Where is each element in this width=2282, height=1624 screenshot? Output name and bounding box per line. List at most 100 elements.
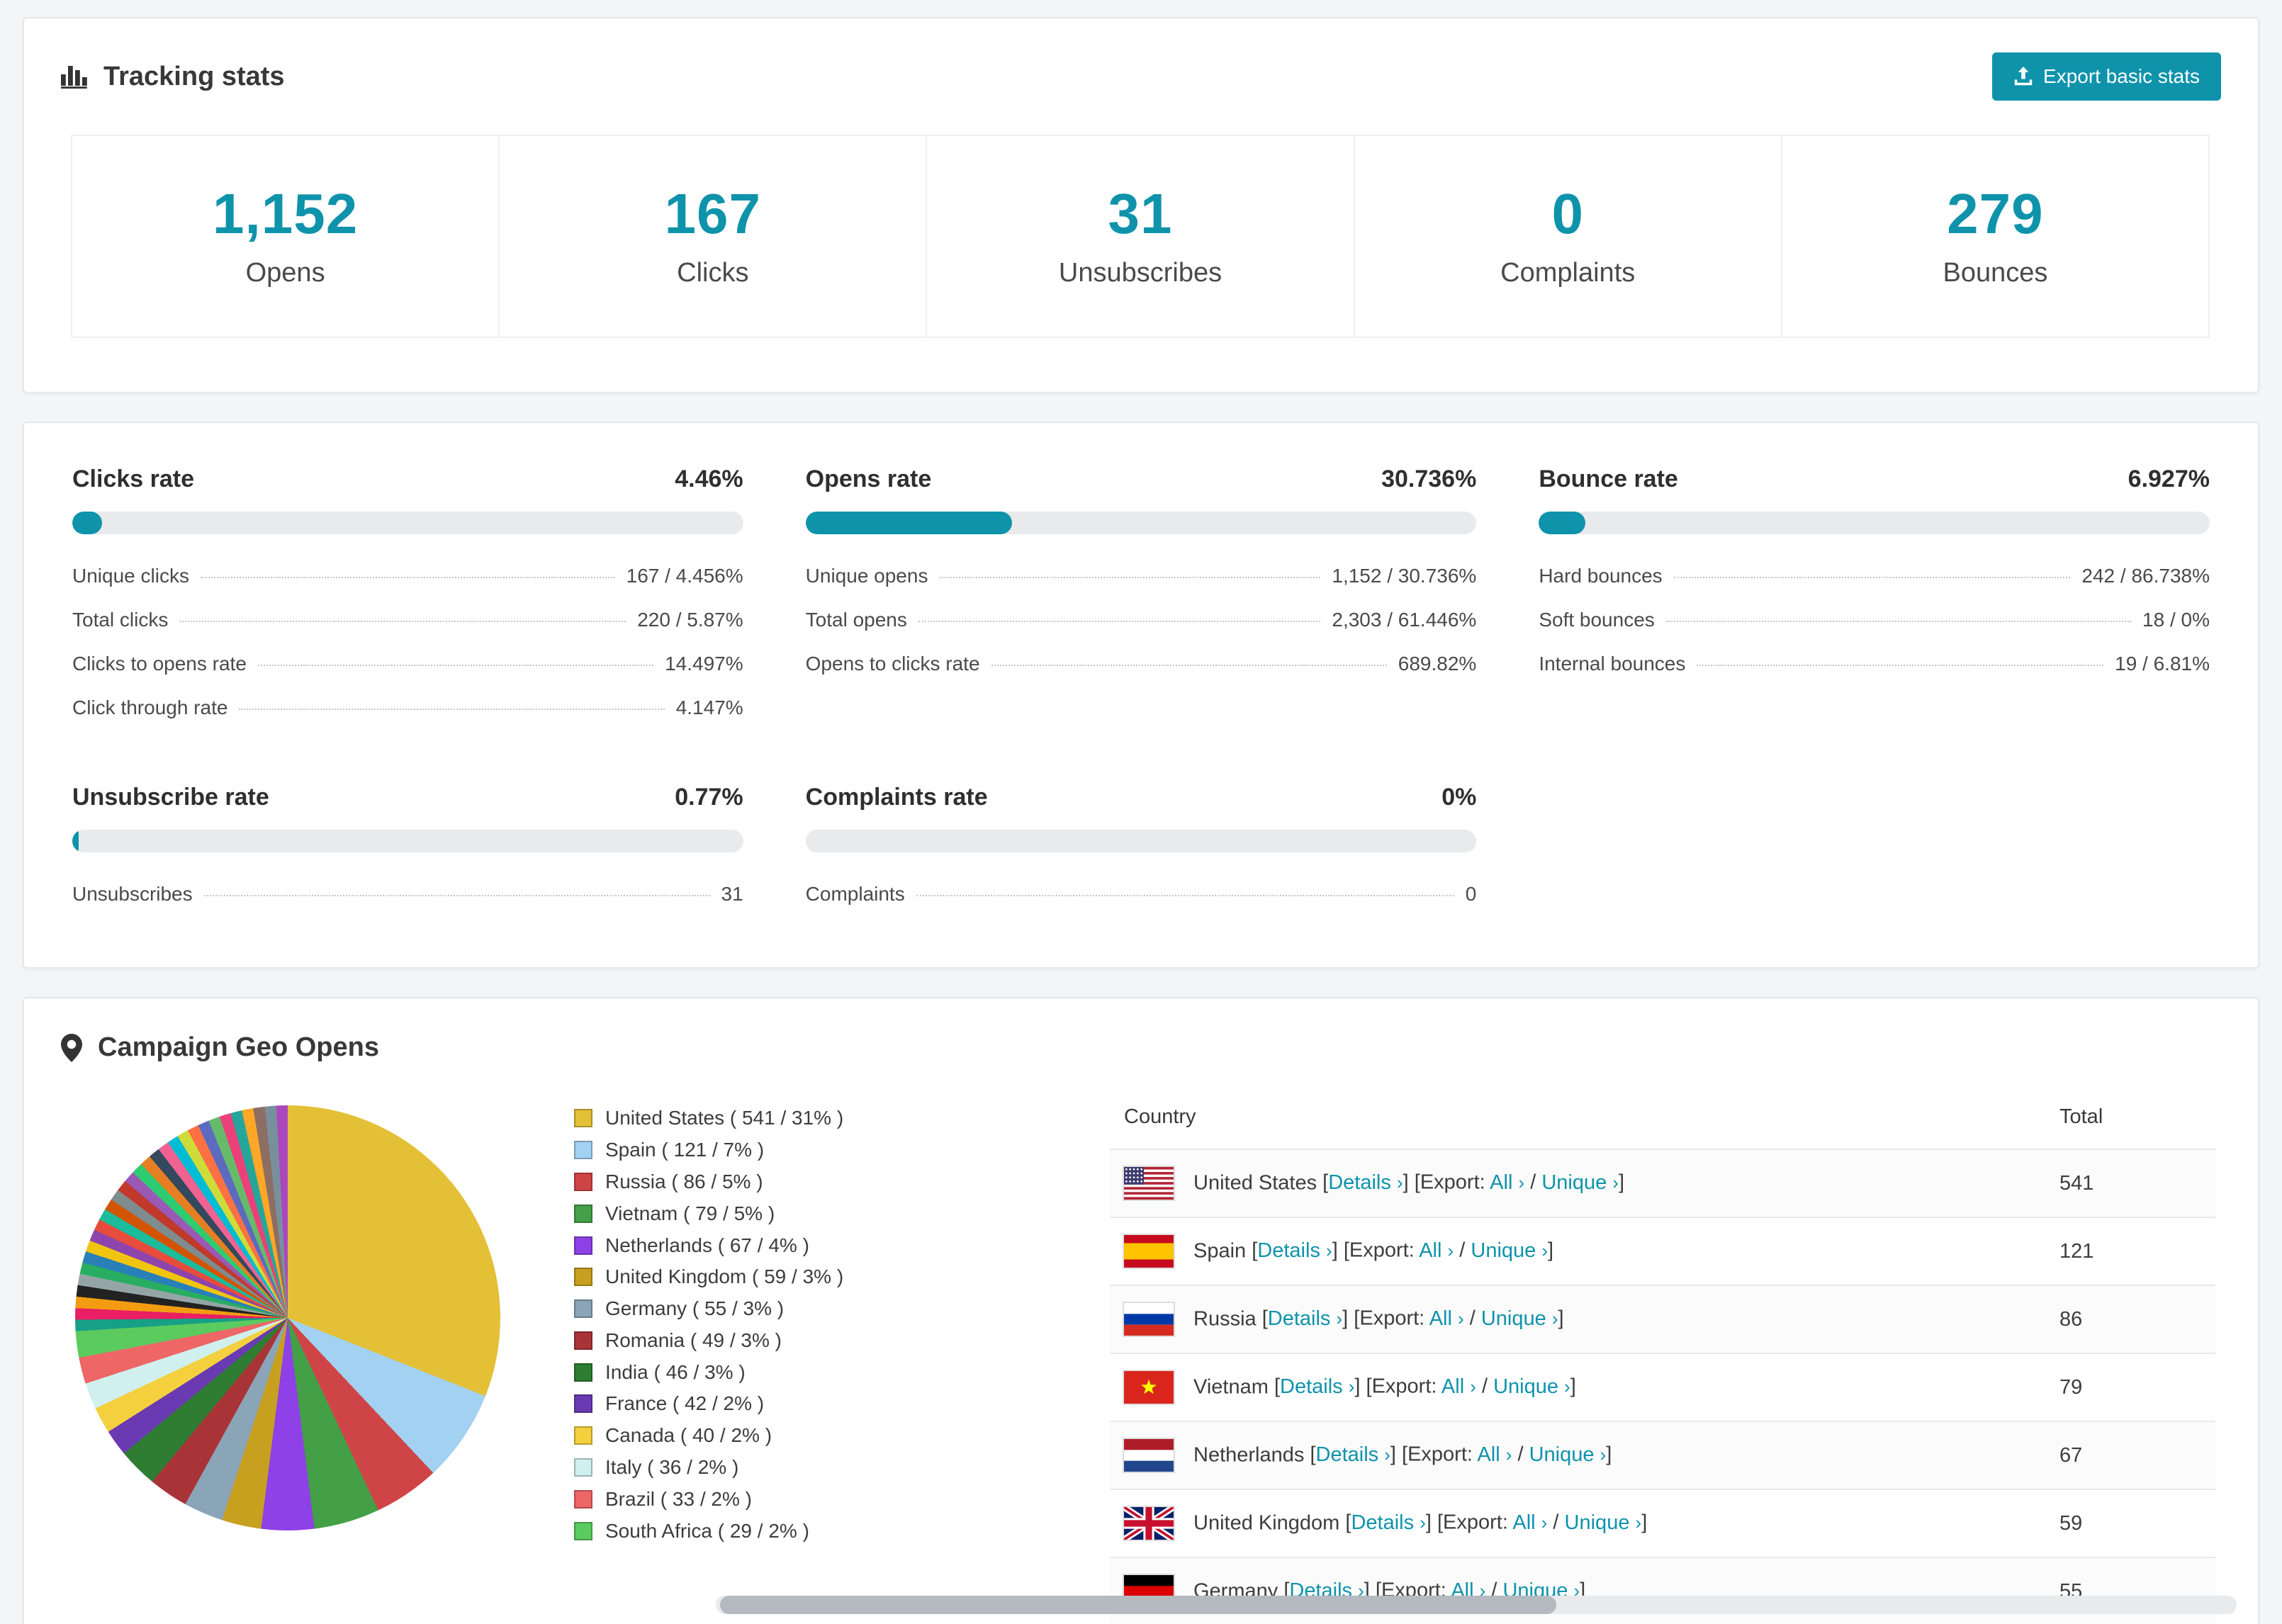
bracket-close: ] xyxy=(1342,1307,1349,1330)
dotted-leader xyxy=(939,577,1321,578)
legend-item: Germany ( 55 / 3% ) xyxy=(574,1293,999,1325)
country-flag-icon xyxy=(1124,1235,1174,1268)
bracket-open: [ xyxy=(1414,1171,1420,1194)
details-link[interactable]: Details › xyxy=(1280,1375,1354,1398)
bracket-open: [ xyxy=(1437,1511,1444,1534)
legend-swatch xyxy=(574,1489,592,1509)
rate-rows: Hard bounces 242 / 86.738% Soft bounces … xyxy=(1539,554,2210,686)
geo-body: United States ( 541 / 31% ) Spain ( 121 … xyxy=(24,1077,2258,1624)
metric-value: 689.82% xyxy=(1398,653,1477,675)
export-all-link[interactable]: All › xyxy=(1512,1511,1547,1534)
rate-rows: Complaints 0 xyxy=(806,872,1477,916)
country-total: 541 xyxy=(2045,1149,2215,1218)
rate-progress-bar xyxy=(805,830,1477,852)
rate-percent: 6.927% xyxy=(2128,466,2210,492)
stat-box: 1,152 Opens xyxy=(71,135,500,338)
rate-progress-fill xyxy=(72,830,79,852)
export-all-link[interactable]: All › xyxy=(1477,1443,1512,1466)
geo-opens-card: Campaign Geo Opens United States ( 541 /… xyxy=(23,997,2259,1624)
export-unique-link[interactable]: Unique › xyxy=(1481,1307,1558,1330)
details-link[interactable]: Details › xyxy=(1316,1443,1390,1466)
legend-item: Brazil ( 33 / 2% ) xyxy=(574,1483,999,1515)
rate-title: Opens rate xyxy=(805,466,932,492)
rate-rows: Unsubscribes 31 xyxy=(72,872,743,916)
legend-swatch xyxy=(574,1141,592,1160)
rate-progress-bar xyxy=(72,830,743,852)
dotted-leader xyxy=(1697,665,2104,666)
legend-label: Canada ( 40 / 2% ) xyxy=(605,1424,772,1447)
country-flag-icon xyxy=(1124,1303,1174,1336)
bracket-close: ] xyxy=(1390,1443,1396,1466)
details-link[interactable]: Details › xyxy=(1257,1239,1332,1262)
export-all-link[interactable]: All › xyxy=(1490,1171,1524,1194)
tracking-stats-title: Tracking stats xyxy=(61,62,285,92)
legend-label: South Africa ( 29 / 2% ) xyxy=(605,1519,809,1542)
export-all-link[interactable]: All › xyxy=(1441,1375,1476,1398)
metric-value: 31 xyxy=(721,883,743,905)
legend-swatch xyxy=(574,1521,592,1540)
country-cell: United States [Details ›] [Export: All ›… xyxy=(1110,1149,2045,1218)
slash-separator: / xyxy=(1553,1511,1559,1534)
legend-swatch xyxy=(574,1394,592,1414)
metric-label: Unique clicks xyxy=(72,565,189,587)
metric-label: Clicks to opens rate xyxy=(72,653,247,675)
export-unique-link[interactable]: Unique › xyxy=(1471,1239,1548,1262)
country-name: Vietnam xyxy=(1193,1375,1269,1399)
bracket-close: ] xyxy=(1618,1171,1625,1194)
export-unique-link[interactable]: Unique › xyxy=(1529,1443,1607,1466)
metric-label: Complaints xyxy=(805,883,905,905)
country-name: United Kingdom xyxy=(1193,1511,1340,1535)
legend-swatch xyxy=(574,1109,592,1128)
country-total: 121 xyxy=(2045,1217,2215,1286)
rate-progress-bar xyxy=(72,512,743,534)
total-column-header: Total xyxy=(2045,1086,2215,1150)
legend-swatch xyxy=(574,1426,592,1445)
geo-table-header-row: Country Total xyxy=(1110,1086,2215,1150)
bracket-open: [ xyxy=(1261,1307,1268,1330)
dotted-leader xyxy=(257,665,654,666)
export-unique-link[interactable]: Unique › xyxy=(1541,1171,1619,1194)
export-basic-stats-button[interactable]: Export basic stats xyxy=(1992,52,2221,101)
rate-metric-row: Unique clicks 167 / 4.456% xyxy=(72,554,743,598)
legend-label: Vietnam ( 79 / 5% ) xyxy=(605,1202,775,1224)
link-chevron: › xyxy=(1635,1511,1642,1533)
bracket-open: [ xyxy=(1402,1443,1408,1466)
details-link[interactable]: Details › xyxy=(1328,1171,1403,1194)
bracket-close: ] xyxy=(1354,1375,1361,1398)
stat-label: Opens xyxy=(245,258,325,288)
rate-panel: Opens rate 30.736% Unique opens 1,152 / … xyxy=(805,466,1477,730)
details-link[interactable]: Details › xyxy=(1268,1307,1342,1330)
link-chevron: › xyxy=(1551,1307,1558,1329)
legend-swatch xyxy=(574,1299,592,1319)
export-unique-link[interactable]: Unique › xyxy=(1565,1511,1642,1534)
export-all-link[interactable]: All › xyxy=(1419,1239,1454,1262)
legend-label: United States ( 541 / 31% ) xyxy=(605,1107,844,1129)
export-all-link[interactable]: All › xyxy=(1429,1307,1464,1330)
legend-label: France ( 42 / 2% ) xyxy=(605,1392,765,1415)
legend-label: Italy ( 36 / 2% ) xyxy=(605,1455,739,1478)
rates-grid: Clicks rate 4.46% Unique clicks 167 / 4.… xyxy=(24,423,2258,967)
horizontal-scrollbar-track[interactable] xyxy=(716,1596,2237,1614)
link-chevron: › xyxy=(1470,1375,1476,1397)
export-label: Export: xyxy=(1371,1375,1437,1398)
stat-value: 1,152 xyxy=(213,182,359,245)
rate-title-row: Complaints rate 0% xyxy=(806,784,1477,811)
country-flag-icon xyxy=(1124,1167,1174,1200)
rate-percent: 30.736% xyxy=(1381,466,1477,492)
export-unique-link[interactable]: Unique › xyxy=(1493,1375,1570,1398)
details-link[interactable]: Details › xyxy=(1351,1511,1425,1534)
bracket-close: ] xyxy=(1606,1443,1612,1466)
horizontal-scrollbar-thumb[interactable] xyxy=(720,1596,1556,1614)
page: Tracking stats Export basic stats 1,152 … xyxy=(0,0,2282,1624)
metric-value: 0 xyxy=(1465,883,1477,905)
legend-swatch xyxy=(574,1172,592,1191)
link-chevron: › xyxy=(1336,1307,1343,1329)
stat-box: 31 Unsubscribes xyxy=(926,135,1355,338)
bracket-close: ] xyxy=(1558,1307,1564,1330)
rate-panel: Unsubscribe rate 0.77% Unsubscribes 31 xyxy=(72,784,743,916)
metric-value: 4.147% xyxy=(675,697,743,718)
metric-value: 1,152 / 30.736% xyxy=(1332,565,1477,587)
country-cell: Vietnam [Details ›] [Export: All › / Uni… xyxy=(1110,1353,2045,1422)
metric-value: 220 / 5.87% xyxy=(637,609,743,631)
country-total: 79 xyxy=(2045,1353,2215,1422)
